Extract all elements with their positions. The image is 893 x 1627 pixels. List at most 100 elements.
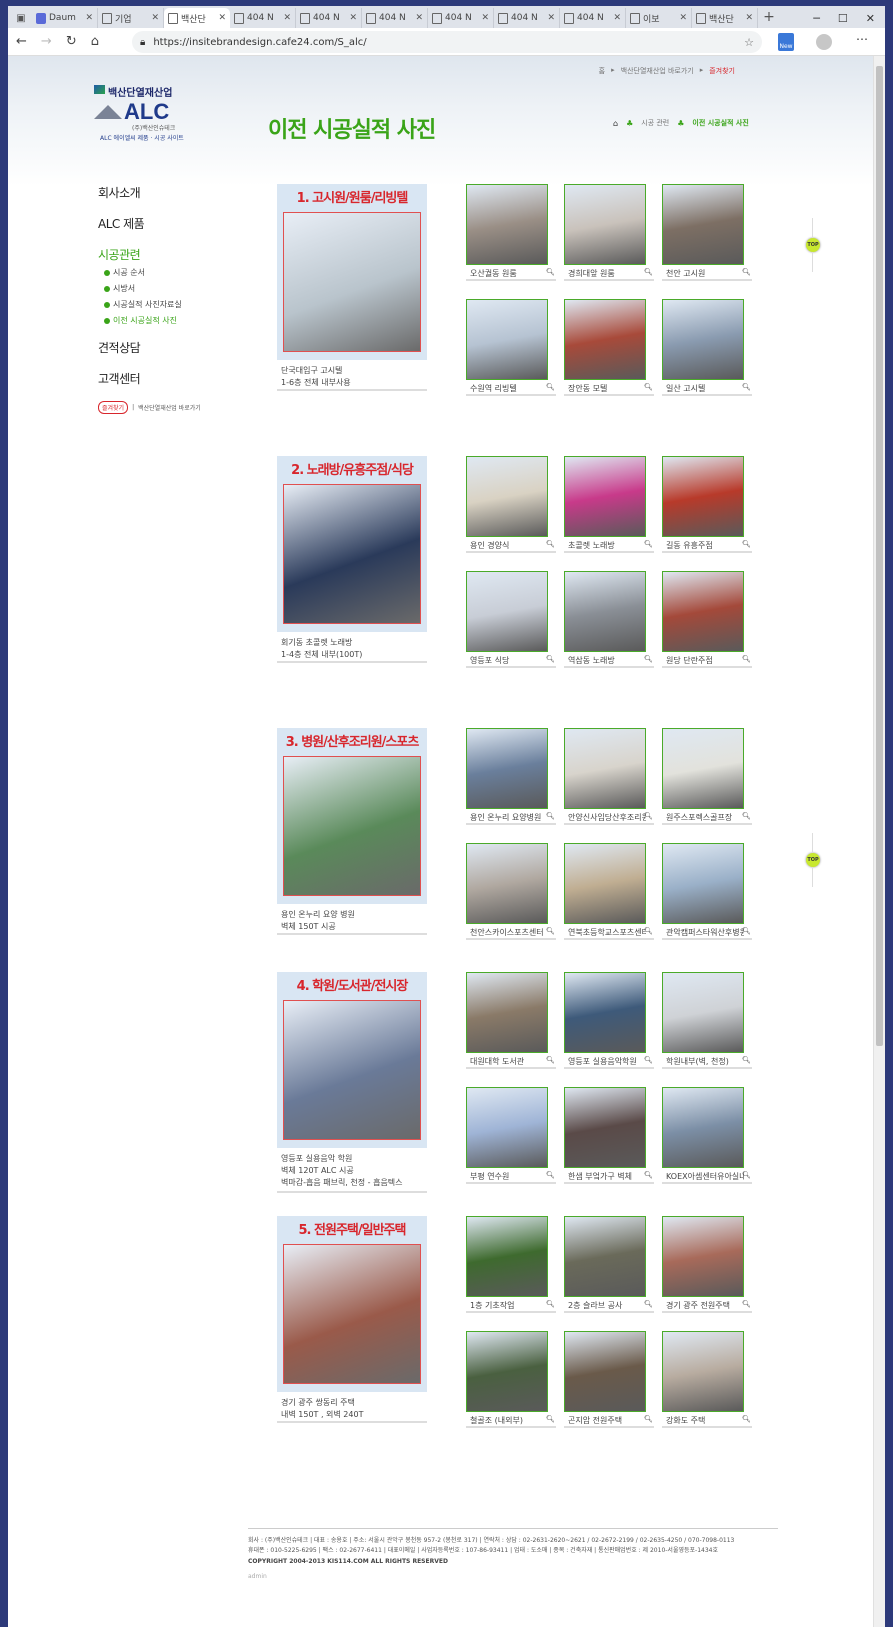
thumbnail-photo[interactable] xyxy=(466,456,548,537)
browser-tab[interactable]: 백산단 ✕ xyxy=(692,8,758,28)
forward-icon[interactable]: → xyxy=(41,34,52,49)
thumbnail-item[interactable]: 길동 유흥주점 🔍︎ xyxy=(662,456,752,553)
thumbnail-item[interactable]: 관악캠퍼스타워산후병원 🔍︎ xyxy=(662,843,752,940)
thumbnail-item[interactable]: 철골조 (내외부) 🔍︎ xyxy=(466,1331,556,1428)
close-icon[interactable]: ✕ xyxy=(85,13,93,23)
magnifier-icon[interactable]: 🔍︎ xyxy=(742,540,751,548)
thumbnail-item[interactable]: 원당 단란주점 🔍︎ xyxy=(662,571,752,668)
magnifier-icon[interactable]: 🔍︎ xyxy=(546,383,555,391)
thumbnail-photo[interactable] xyxy=(466,571,548,652)
thumbnail-photo[interactable] xyxy=(564,1216,646,1297)
vertical-scrollbar[interactable] xyxy=(873,56,885,1627)
nav-sub-spec[interactable]: 시방서 xyxy=(104,283,248,294)
thumbnail-item[interactable]: 경기 광주 전원주택 🔍︎ xyxy=(662,1216,752,1313)
magnifier-icon[interactable]: 🔍︎ xyxy=(742,383,751,391)
thumbnail-item[interactable]: 역삼동 노래방 🔍︎ xyxy=(564,571,654,668)
thumbnail-item[interactable]: 2층 슬라브 공사 🔍︎ xyxy=(564,1216,654,1313)
magnifier-icon[interactable]: 🔍︎ xyxy=(742,1056,751,1064)
scrollbar-thumb[interactable] xyxy=(876,66,883,1046)
magnifier-icon[interactable]: 🔍︎ xyxy=(546,1415,555,1423)
magnifier-icon[interactable]: 🔍︎ xyxy=(742,927,751,935)
thumbnail-photo[interactable] xyxy=(466,843,548,924)
thumbnail-photo[interactable] xyxy=(564,972,646,1053)
admin-link[interactable]: admin xyxy=(248,1572,798,1582)
nav-sub-photo-archive[interactable]: 시공실적 사진자료실 xyxy=(104,299,248,310)
more-menu-icon[interactable]: ⋯ xyxy=(856,32,868,46)
favorite-star-icon[interactable]: ☆ xyxy=(744,36,754,49)
magnifier-icon[interactable]: 🔍︎ xyxy=(742,1300,751,1308)
browser-tab[interactable]: 404 N ✕ xyxy=(296,8,362,28)
home-link[interactable]: 홈 xyxy=(599,66,605,76)
magnifier-icon[interactable]: 🔍︎ xyxy=(644,540,653,548)
breadcrumb-level1[interactable]: 시공 관련 xyxy=(641,118,669,128)
thumbnail-photo[interactable] xyxy=(662,571,744,652)
thumbnail-item[interactable]: 경희대앞 원룸 🔍︎ xyxy=(564,184,654,281)
thumbnail-item[interactable]: 원주스포렉스골프장 🔍︎ xyxy=(662,728,752,825)
thumbnail-photo[interactable] xyxy=(662,728,744,809)
magnifier-icon[interactable]: 🔍︎ xyxy=(644,927,653,935)
close-icon[interactable]: ✕ xyxy=(151,13,159,23)
home-icon[interactable]: ⌂ xyxy=(91,34,99,49)
thumbnail-photo[interactable] xyxy=(662,456,744,537)
baeksan-link[interactable]: 백산단열재산업 바로가기 xyxy=(621,66,694,76)
scroll-top-button[interactable]: TOP xyxy=(806,218,820,272)
thumbnail-item[interactable]: 영등포 식당 🔍︎ xyxy=(466,571,556,668)
magnifier-icon[interactable]: 🔍︎ xyxy=(644,383,653,391)
thumbnail-photo[interactable] xyxy=(564,728,646,809)
thumbnail-item[interactable]: 천안스카이스포츠센터 🔍︎ xyxy=(466,843,556,940)
thumbnail-photo[interactable] xyxy=(662,1087,744,1168)
magnifier-icon[interactable]: 🔍︎ xyxy=(742,655,751,663)
magnifier-icon[interactable]: 🔍︎ xyxy=(546,1171,555,1179)
close-icon[interactable]: ✕ xyxy=(415,13,423,23)
back-icon[interactable]: ← xyxy=(16,34,27,49)
magnifier-icon[interactable]: 🔍︎ xyxy=(546,1300,555,1308)
magnifier-icon[interactable]: 🔍︎ xyxy=(644,1415,653,1423)
refresh-icon[interactable]: ↻ xyxy=(66,34,77,49)
browser-tab[interactable]: 404 N ✕ xyxy=(494,8,560,28)
magnifier-icon[interactable]: 🔍︎ xyxy=(546,540,555,548)
close-icon[interactable]: ✕ xyxy=(218,13,226,23)
magnifier-icon[interactable]: 🔍︎ xyxy=(546,268,555,276)
thumbnail-photo[interactable] xyxy=(662,184,744,265)
magnifier-icon[interactable]: 🔍︎ xyxy=(644,1300,653,1308)
magnifier-icon[interactable]: 🔍︎ xyxy=(546,655,555,663)
new-extension-icon[interactable]: New xyxy=(778,33,794,51)
magnifier-icon[interactable]: 🔍︎ xyxy=(644,268,653,276)
magnifier-icon[interactable]: 🔍︎ xyxy=(644,1171,653,1179)
thumbnail-item[interactable]: 용인 경양식 🔍︎ xyxy=(466,456,556,553)
close-icon[interactable]: ✕ xyxy=(283,13,291,23)
nav-alc-products[interactable]: ALC 제품 xyxy=(98,215,248,232)
browser-tab[interactable]: 404 N ✕ xyxy=(428,8,494,28)
thumbnail-photo[interactable] xyxy=(662,1331,744,1412)
magnifier-icon[interactable]: 🔍︎ xyxy=(644,655,653,663)
browser-tab-active[interactable]: 백산단 ✕ xyxy=(164,8,230,28)
browser-tab[interactable]: 이보 ✕ xyxy=(626,8,692,28)
thumbnail-item[interactable]: 용인 온누리 요양병원 🔍︎ xyxy=(466,728,556,825)
thumbnail-item[interactable]: 일산 고시텔 🔍︎ xyxy=(662,299,752,396)
thumbnail-photo[interactable] xyxy=(466,299,548,380)
new-tab-button[interactable]: + xyxy=(758,8,780,28)
thumbnail-photo[interactable] xyxy=(662,299,744,380)
site-logo[interactable]: 백산단열재산업 ALC (주)백산인슈테크 ALC 에이엘씨 제품 · 시공 사… xyxy=(94,84,214,142)
thumbnail-item[interactable]: 한샘 부엌가구 벽체 🔍︎ xyxy=(564,1087,654,1184)
close-icon[interactable]: ✕ xyxy=(547,13,555,23)
thumbnail-item[interactable]: 학원내부(벽, 천정) 🔍︎ xyxy=(662,972,752,1069)
magnifier-icon[interactable]: 🔍︎ xyxy=(742,268,751,276)
thumbnail-photo[interactable] xyxy=(662,843,744,924)
thumbnail-item[interactable]: 안양신사임당산후조리원 🔍︎ xyxy=(564,728,654,825)
thumbnail-item[interactable]: 1층 기초작업 🔍︎ xyxy=(466,1216,556,1313)
thumbnail-photo[interactable] xyxy=(564,843,646,924)
minimize-icon[interactable]: ─ xyxy=(813,12,820,25)
thumbnail-item[interactable]: 강화도 주택 🔍︎ xyxy=(662,1331,752,1428)
thumbnail-item[interactable]: KOEX아셈센터유아실내부🔍︎ xyxy=(662,1087,752,1184)
home-icon[interactable]: ⌂ xyxy=(613,119,618,128)
browser-tab[interactable]: Daum ✕ xyxy=(32,8,98,28)
tab-actions-icon[interactable]: ▣ xyxy=(10,8,32,28)
thumbnail-photo[interactable] xyxy=(564,1331,646,1412)
thumbnail-photo[interactable] xyxy=(466,1331,548,1412)
featured-photo[interactable] xyxy=(283,484,421,624)
magnifier-icon[interactable]: 🔍︎ xyxy=(546,812,555,820)
nav-customer-center[interactable]: 고객센터 xyxy=(98,370,248,387)
thumbnail-item[interactable]: 초콜렛 노래방 🔍︎ xyxy=(564,456,654,553)
close-icon[interactable]: ✕ xyxy=(349,13,357,23)
